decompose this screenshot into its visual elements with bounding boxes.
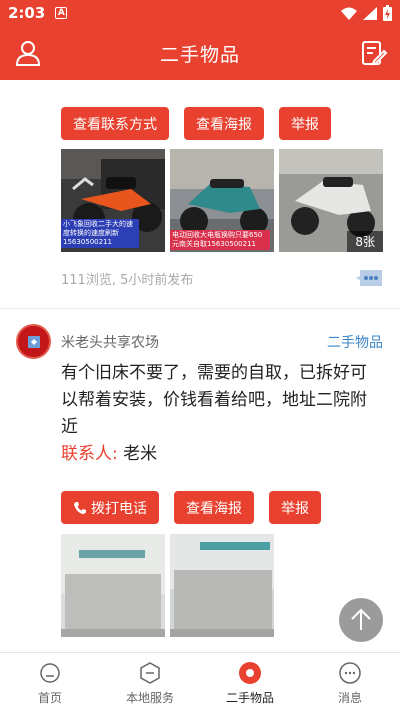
feed-list[interactable]: 查看联系方式 查看海报 举报 小飞象回收二手大的速度转换的速度刷新1563050… xyxy=(0,80,400,652)
post-header: 米老头共享农场 二手物品 xyxy=(0,324,400,364)
signal-icon xyxy=(363,6,377,20)
status-time: 2:03 xyxy=(8,4,46,22)
image-caption: 小飞象回收二手大的速度转换的速度刷新15630500211 xyxy=(61,219,139,248)
post-images: 小飞象回收二手大的速度转换的速度刷新15630500211 电动回收大电瓶换购只… xyxy=(0,149,400,252)
category-link[interactable]: 二手物品 xyxy=(327,332,383,352)
avatar-logo-icon xyxy=(27,335,40,348)
user-icon[interactable] xyxy=(14,39,42,67)
tab-secondhand[interactable]: 二手物品 xyxy=(200,653,300,712)
scroll-to-top-button[interactable] xyxy=(339,598,383,642)
view-contact-button[interactable]: 查看联系方式 xyxy=(61,107,169,140)
contact-name: 老米 xyxy=(123,444,158,464)
wifi-icon xyxy=(341,7,357,20)
post-card: 查看联系方式 查看海报 举报 小飞象回收二手大的速度转换的速度刷新1563050… xyxy=(0,80,400,288)
app-notification-icon: A xyxy=(55,7,68,19)
contact-line: 联系人: 老米 xyxy=(0,441,400,467)
post-actions: 拨打电话 查看海报 举报 xyxy=(0,491,400,524)
view-poster-button[interactable]: 查看海报 xyxy=(174,491,254,524)
view-poster-button[interactable]: 查看海报 xyxy=(184,107,264,140)
avatar[interactable] xyxy=(16,324,51,359)
post-meta-row: 111浏览, 5小时前发布 xyxy=(0,268,400,288)
post-actions: 查看联系方式 查看海报 举报 xyxy=(0,107,400,140)
phone-icon xyxy=(74,501,86,514)
report-button[interactable]: 举报 xyxy=(269,491,321,524)
post-body: 有个旧床不要了，需要的自取，已拆好可以帮着安装，价钱看着给吧，地址二院附近 xyxy=(61,363,367,437)
app-screen: 2:03 A 二手物品 查看联系方式 查看海报 举报 小飞象回收二手大的速度转换… xyxy=(0,0,400,712)
comment-more-icon[interactable] xyxy=(356,268,384,288)
image-count-badge: 8张 xyxy=(347,231,383,252)
report-button[interactable]: 举报 xyxy=(279,107,331,140)
arrow-up-icon xyxy=(351,608,371,630)
home-icon xyxy=(40,663,60,683)
edit-post-icon[interactable] xyxy=(360,39,388,67)
post-card: 米老头共享农场 二手物品 有个旧床不要了，需要的自取，已拆好可以帮着安装，价钱看… xyxy=(0,309,400,637)
service-icon xyxy=(140,662,160,684)
post-image[interactable]: 电动回收大电瓶换购只要650元南关自取15630500211 xyxy=(170,149,274,252)
battery-icon xyxy=(383,5,392,21)
app-header: 二手物品 xyxy=(0,26,400,80)
call-button-label: 拨打电话 xyxy=(91,500,147,517)
tab-local-service[interactable]: 本地服务 xyxy=(100,653,200,712)
contact-label: 联系人: xyxy=(61,444,118,464)
post-image[interactable] xyxy=(170,534,274,637)
tab-home[interactable]: 首页 xyxy=(0,653,100,712)
page-title: 二手物品 xyxy=(159,43,240,66)
call-button[interactable]: 拨打电话 xyxy=(61,491,159,524)
secondhand-icon xyxy=(239,662,261,684)
bottom-tab-bar: 首页 本地服务 二手物品 消息 xyxy=(0,652,400,712)
tab-label: 二手物品 xyxy=(225,691,274,705)
post-image[interactable]: 8张 xyxy=(279,149,383,252)
tab-label: 首页 xyxy=(37,691,62,705)
tab-label: 本地服务 xyxy=(125,691,174,705)
author-name[interactable]: 米老头共享农场 xyxy=(61,332,159,352)
post-image[interactable]: 小飞象回收二手大的速度转换的速度刷新15630500211 xyxy=(61,149,165,252)
tab-messages[interactable]: 消息 xyxy=(300,653,400,712)
image-caption: 电动回收大电瓶换购只要650元南关自取15630500211 xyxy=(170,230,270,250)
view-count-time: 111浏览, 5小时前发布 xyxy=(61,272,194,288)
status-bar: 2:03 A xyxy=(0,0,400,26)
post-image[interactable] xyxy=(61,534,165,637)
tab-label: 消息 xyxy=(337,691,362,705)
message-icon xyxy=(339,662,361,684)
